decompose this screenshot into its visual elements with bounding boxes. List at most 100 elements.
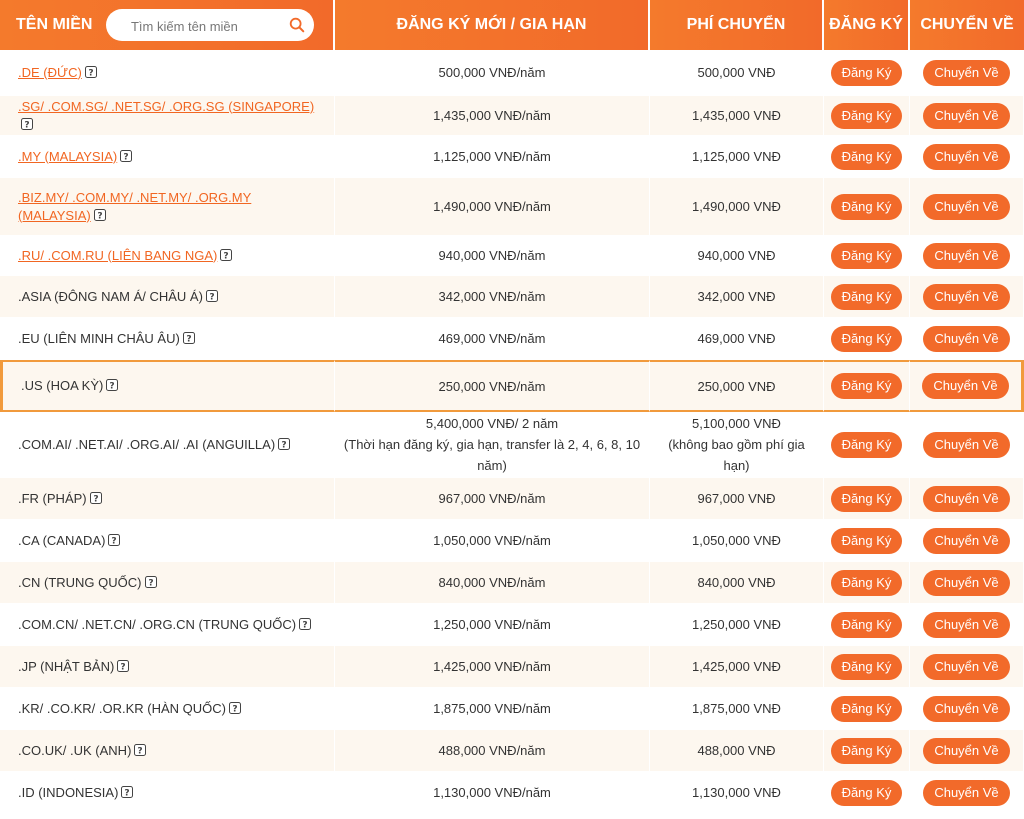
domain-name: .COM.CN/ .NET.CN/ .ORG.CN (TRUNG QUỐC) (18, 616, 297, 632)
register-button[interactable]: Đăng Ký (830, 779, 903, 806)
register-price-cell: 1,250,000 VNĐ/năm (335, 604, 650, 646)
transfer-button[interactable]: Chuyển Về (923, 431, 1010, 458)
register-button[interactable]: Đăng Ký (830, 569, 903, 596)
register-button[interactable]: Đăng Ký (830, 283, 903, 310)
register-button[interactable]: Đăng Ký (830, 485, 903, 512)
domain-cell: .DE (ĐỨC)? (0, 50, 335, 96)
register-price: 342,000 VNĐ/năm (438, 289, 546, 304)
help-icon[interactable]: ? (108, 533, 121, 546)
domain-cell: .CA (CANADA)? (0, 520, 335, 562)
register-price-cell: 1,435,000 VNĐ/năm (335, 96, 650, 136)
help-icon[interactable]: ? (89, 491, 102, 504)
table-row: .EU (LIÊN MINH CHÂU ÂU)? 469,000 VNĐ/năm 4… (0, 318, 1024, 360)
search-icon[interactable] (288, 16, 306, 34)
table-row: .KR/ .CO.KR/ .OR.KR (HÀN QUỐC)? 1,875,000… (0, 688, 1024, 730)
transfer-button[interactable]: Chuyển Về (923, 283, 1010, 310)
register-button[interactable]: Đăng Ký (830, 325, 903, 352)
register-button-column-header: ĐĂNG KÝ (824, 0, 910, 50)
register-button[interactable]: Đăng Ký (830, 611, 903, 638)
transfer-button[interactable]: Chuyển Về (923, 779, 1010, 806)
transfer-button[interactable]: Chuyển Về (923, 653, 1010, 680)
register-button[interactable]: Đăng Ký (830, 527, 903, 554)
help-icon[interactable]: ? (278, 437, 291, 450)
help-icon[interactable]: ? (205, 289, 218, 302)
svg-text:?: ? (112, 536, 117, 546)
transfer-button[interactable]: Chuyển Về (923, 611, 1010, 638)
domain-name: .US (HOA KỲ) (21, 378, 104, 393)
help-icon[interactable]: ? (106, 378, 119, 392)
register-button[interactable]: Đăng Ký (830, 373, 903, 399)
domain-cell: .JP (NHẬT BẢN)? (0, 646, 335, 688)
help-icon[interactable]: ? (220, 248, 233, 261)
register-button[interactable]: Đăng Ký (830, 695, 903, 722)
transfer-price: 1,875,000 VNĐ (692, 701, 781, 716)
register-button[interactable]: Đăng Ký (830, 431, 903, 458)
help-icon[interactable]: ? (21, 117, 33, 130)
transfer-button[interactable]: Chuyển Về (923, 102, 1010, 129)
domain-name-link[interactable]: .DE (ĐỨC) (18, 65, 82, 80)
register-button-cell: Đăng Ký (824, 412, 910, 478)
transfer-price: 967,000 VNĐ (697, 491, 776, 506)
register-button[interactable]: Đăng Ký (830, 193, 903, 220)
register-button[interactable]: Đăng Ký (830, 143, 903, 170)
transfer-price: 940,000 VNĐ (697, 248, 776, 263)
transfer-button[interactable]: Chuyển Về (923, 193, 1010, 220)
help-icon[interactable]: ? (134, 743, 147, 756)
transfer-button[interactable]: Chuyển Về (923, 485, 1010, 512)
register-button[interactable]: Đăng Ký (830, 737, 903, 764)
transfer-price-cell: 1,425,000 VNĐ (650, 646, 824, 688)
register-price: 940,000 VNĐ/năm (438, 248, 546, 263)
register-price: 1,425,000 VNĐ/năm (433, 659, 551, 674)
transfer-price-cell: 342,000 VNĐ (650, 276, 824, 318)
transfer-button-column-header: CHUYỂN VỀ (910, 0, 1024, 50)
help-icon[interactable]: ? (299, 617, 312, 630)
table-row: .ASIA (ĐÔNG NAM Á/ CHÂU Á)? 342,000 VNĐ/n… (0, 276, 1024, 318)
svg-text:?: ? (148, 578, 153, 588)
domain-cell: .RU/ .COM.RU (LIÊN BANG NGA)? (0, 236, 335, 276)
domain-cell: .BIZ.MY/ .COM.MY/ .NET.MY/ .ORG.MY (MALA… (0, 178, 335, 236)
domain-name-link[interactable]: .RU/ .COM.RU (LIÊN BANG NGA) (18, 248, 217, 263)
help-icon[interactable]: ? (93, 208, 106, 221)
register-note: (Thời hạn đăng ký, gia hạn, transfer là … (343, 437, 641, 473)
domain-name-link[interactable]: .BIZ.MY/ .COM.MY/ .NET.MY/ .ORG.MY (MALA… (18, 190, 251, 223)
domain-search-input[interactable] (117, 9, 303, 43)
domain-cell: .COM.AI/ .NET.AI/ .ORG.AI/ .AI (ANGUILLA… (0, 412, 335, 478)
register-button[interactable]: Đăng Ký (830, 653, 903, 680)
transfer-button[interactable]: Chuyển Về (923, 737, 1010, 764)
transfer-button[interactable]: Chuyển Về (922, 373, 1009, 399)
domain-name-link[interactable]: .MY (MALAYSIA) (18, 149, 117, 164)
domain-name: .JP (NHẬT BẢN) (18, 658, 115, 674)
transfer-button[interactable]: Chuyển Về (923, 527, 1010, 554)
register-button[interactable]: Đăng Ký (830, 242, 903, 269)
register-button[interactable]: Đăng Ký (830, 102, 903, 129)
transfer-button[interactable]: Chuyển Về (923, 569, 1010, 596)
table-row: .FR (PHÁP)? 967,000 VNĐ/năm 967,000 VNĐ Đăn… (0, 478, 1024, 520)
transfer-button-cell: Chuyển Về (910, 604, 1024, 646)
transfer-button[interactable]: Chuyển Về (923, 325, 1010, 352)
help-icon[interactable]: ? (144, 575, 157, 588)
transfer-price: 250,000 VNĐ (697, 378, 776, 394)
transfer-price-cell: 940,000 VNĐ (650, 236, 824, 276)
domain-cell: .ID (INDONESIA)? (0, 772, 335, 814)
transfer-button[interactable]: Chuyển Về (923, 695, 1010, 722)
help-icon[interactable]: ? (84, 65, 97, 78)
domain-name: .ID (INDONESIA) (18, 784, 119, 800)
table-row: .SG/ .COM.SG/ .NET.SG/ .ORG.SG (SINGAPOR… (0, 96, 1024, 136)
help-icon[interactable]: ? (182, 331, 195, 344)
domain-column-header: TÊN MIỀN (0, 0, 335, 50)
transfer-button-cell: Chuyển Về (910, 562, 1024, 604)
help-icon[interactable]: ? (229, 701, 242, 714)
domain-name-link[interactable]: .SG/ .COM.SG/ .NET.SG/ .ORG.SG (SINGAPOR… (18, 99, 314, 114)
register-price-cell: 967,000 VNĐ/năm (335, 478, 650, 520)
register-button[interactable]: Đăng Ký (830, 59, 903, 86)
domain-name: .CA (CANADA) (18, 532, 106, 548)
register-button-cell: Đăng Ký (824, 360, 910, 412)
transfer-button[interactable]: Chuyển Về (923, 59, 1010, 86)
register-price: 469,000 VNĐ/năm (438, 331, 546, 346)
domain-name: .ASIA (ĐÔNG NAM Á/ CHÂU Á) (18, 288, 203, 304)
help-icon[interactable]: ? (117, 659, 130, 672)
help-icon[interactable]: ? (121, 785, 134, 798)
transfer-button[interactable]: Chuyển Về (923, 242, 1010, 269)
help-icon[interactable]: ? (120, 149, 133, 162)
transfer-button[interactable]: Chuyển Về (923, 143, 1010, 170)
